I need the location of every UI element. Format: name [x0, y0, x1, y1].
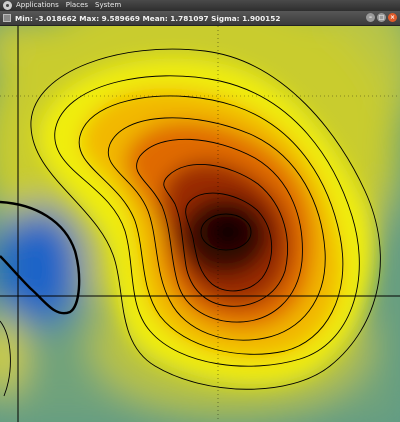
window-controls: – □ × [366, 13, 397, 22]
window-menu-icon[interactable] [3, 14, 11, 22]
menu-applications[interactable]: Applications [16, 0, 59, 11]
top-panel: Applications Places System [0, 0, 400, 11]
heatmap-svg[interactable] [0, 26, 400, 422]
window-titlebar[interactable]: Min: -3.018662 Max: 9.589669 Mean: 1.781… [0, 11, 400, 26]
heatmap-canvas[interactable] [0, 26, 400, 422]
minimize-icon[interactable]: – [366, 13, 375, 22]
close-icon[interactable]: × [388, 13, 397, 22]
menu-system[interactable]: System [95, 0, 121, 11]
ubuntu-logo-icon[interactable] [3, 1, 12, 10]
window-title: Min: -3.018662 Max: 9.589669 Mean: 1.781… [15, 13, 281, 23]
maximize-icon[interactable]: □ [377, 13, 386, 22]
menu-places[interactable]: Places [66, 0, 88, 11]
